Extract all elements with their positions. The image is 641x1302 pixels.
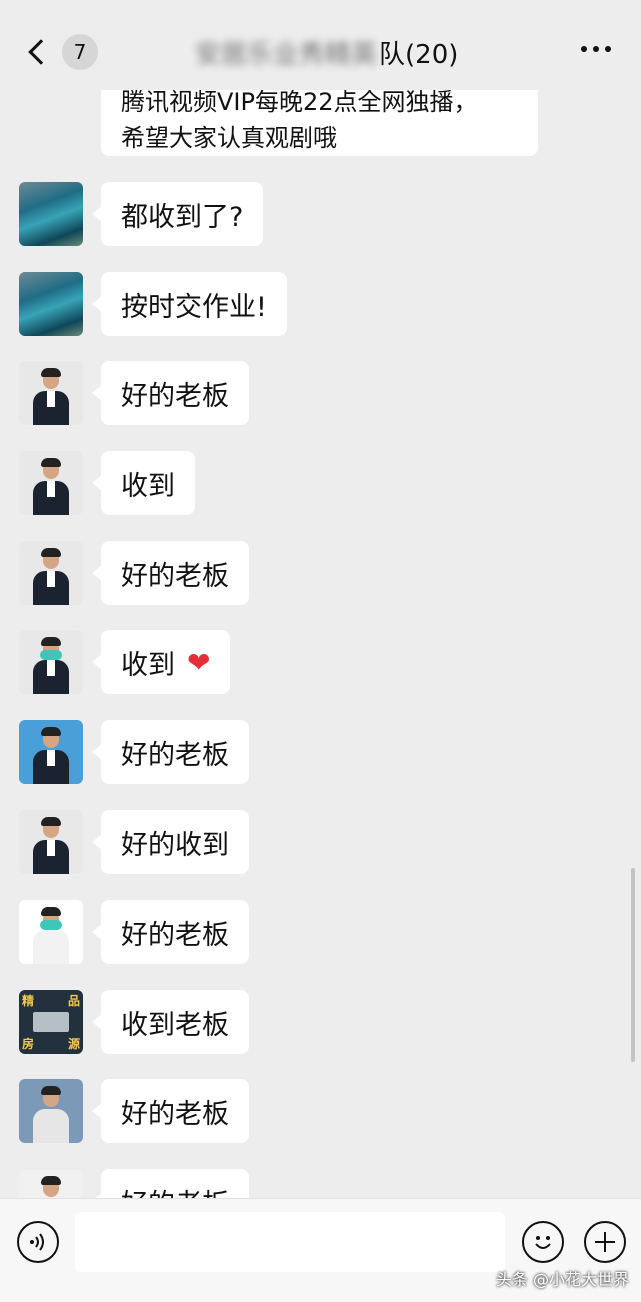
avatar[interactable]: [19, 1169, 83, 1198]
watermark-text: 头条 @小花大世界: [495, 1270, 629, 1289]
message-bubble[interactable]: 好的老板: [92, 361, 249, 425]
message-text: 好的老板: [121, 739, 229, 771]
message-text: 收到: [121, 470, 175, 502]
message-bubble[interactable]: 好的老板: [92, 900, 249, 964]
message-text: 好的老板: [121, 560, 229, 592]
message-row: 按时交作业!: [19, 272, 287, 336]
message-text: 好的老板: [121, 1182, 229, 1199]
avatar-label: 品: [67, 994, 80, 1008]
avatar[interactable]: [19, 451, 83, 515]
message-bubble[interactable]: 收到: [92, 451, 195, 515]
message-text: 收到老板: [121, 1009, 229, 1041]
avatar[interactable]: [19, 182, 83, 246]
message-text: 好的老板: [121, 919, 229, 951]
message-bubble[interactable]: 好的老板: [92, 1169, 249, 1199]
message-text: 按时交作业!: [121, 291, 267, 323]
emoji-icon[interactable]: [522, 1221, 564, 1263]
message-bubble[interactable]: 好的收到: [92, 810, 249, 874]
chat-title-blurred: 安居乐业秀精英: [195, 39, 378, 70]
message-row: 好的老板: [19, 900, 249, 964]
message-text: 好的老板: [121, 1098, 229, 1130]
back-icon: [28, 39, 54, 65]
avatar[interactable]: 精 品 房 源: [19, 990, 83, 1054]
avatar-label: 精: [22, 994, 35, 1008]
message-row: 好的老板: [19, 541, 249, 605]
avatar[interactable]: [19, 720, 83, 784]
avatar[interactable]: [19, 810, 83, 874]
message-row: 好的老板: [19, 720, 249, 784]
chat-title: 安居乐业秀精英 队(20): [195, 34, 458, 70]
message-row: 好的老板: [19, 1169, 249, 1198]
message-bubble[interactable]: 按时交作业!: [92, 272, 287, 336]
message-row: 收到: [19, 451, 195, 515]
more-icon[interactable]: [581, 46, 611, 52]
avatar-label: 房: [22, 1037, 35, 1051]
avatar[interactable]: [19, 1079, 83, 1143]
message-bubble[interactable]: 都收到了?: [91, 182, 264, 246]
chat-area[interactable]: 腾讯视频VIP每晚22点全网独播， 希望大家认真观剧哦 都收到了? 按时交作业!…: [0, 0, 641, 1198]
message-text: 好的老板: [121, 380, 229, 412]
back-button[interactable]: 7: [22, 30, 102, 74]
message-bubble[interactable]: 收到 ❤: [91, 630, 231, 694]
message-row: 都收到了?: [19, 182, 264, 246]
message-text: 好的收到: [121, 829, 229, 861]
message-bubble[interactable]: 好的老板: [92, 541, 249, 605]
message-row: 收到 ❤: [19, 630, 231, 694]
avatar[interactable]: [19, 361, 83, 425]
unread-count-badge: 7: [62, 34, 98, 70]
message-text: 都收到了?: [121, 201, 244, 233]
avatar[interactable]: [19, 272, 83, 336]
message-text-line: 希望大家认真观剧哦: [121, 124, 337, 152]
message-bubble[interactable]: 好的老板: [92, 720, 249, 784]
avatar[interactable]: [19, 630, 83, 694]
message-row: 好的收到: [19, 810, 249, 874]
heart-emoji-icon: ❤: [187, 645, 211, 679]
message-input[interactable]: [75, 1212, 505, 1272]
message-row: 精 品 房 源 收到老板: [19, 990, 249, 1054]
message-row: 好的老板: [19, 1079, 249, 1143]
voice-icon[interactable]: [17, 1221, 59, 1263]
message-bubble[interactable]: 好的老板: [92, 1079, 249, 1143]
plus-icon[interactable]: [584, 1221, 626, 1263]
message-row: 好的老板: [19, 361, 249, 425]
message-text: 收到: [121, 649, 175, 681]
avatar[interactable]: [19, 900, 83, 964]
scrollbar[interactable]: [631, 868, 635, 1062]
nav-bar: 7 安居乐业秀精英 队(20): [0, 0, 641, 90]
chat-title-visible: 队(20): [379, 39, 459, 70]
avatar-label: 源: [67, 1037, 80, 1051]
avatar[interactable]: [19, 541, 83, 605]
message-bubble[interactable]: 收到老板: [92, 990, 249, 1054]
